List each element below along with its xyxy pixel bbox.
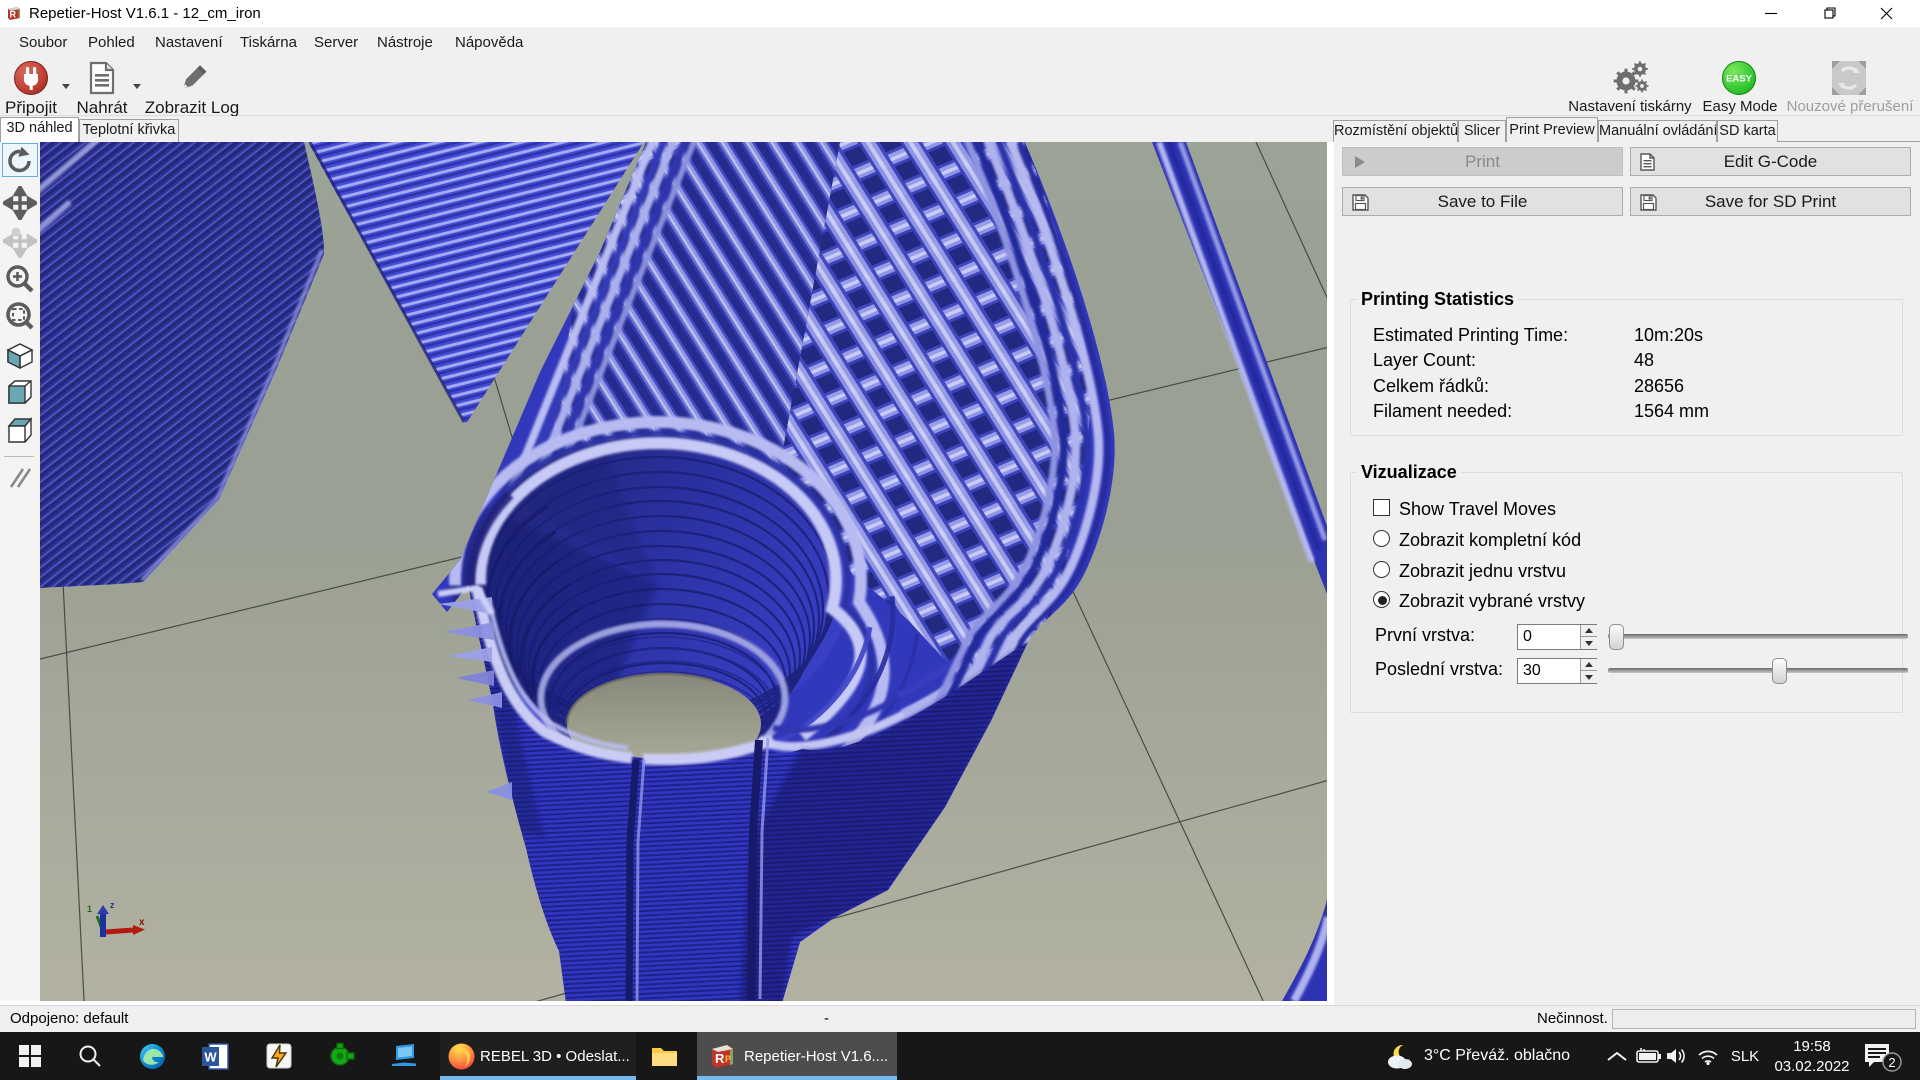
svg-text:2: 2 [1888,1055,1895,1070]
svg-text:P: P [725,1054,731,1064]
svg-text:EASY: EASY [1726,74,1753,85]
svg-text:1: 1 [87,904,92,914]
svg-text:R: R [10,10,17,20]
svg-text:W: W [204,1050,217,1065]
svg-text:z: z [110,900,115,910]
svg-text:x: x [139,917,145,928]
svg-text:R: R [715,1051,725,1066]
